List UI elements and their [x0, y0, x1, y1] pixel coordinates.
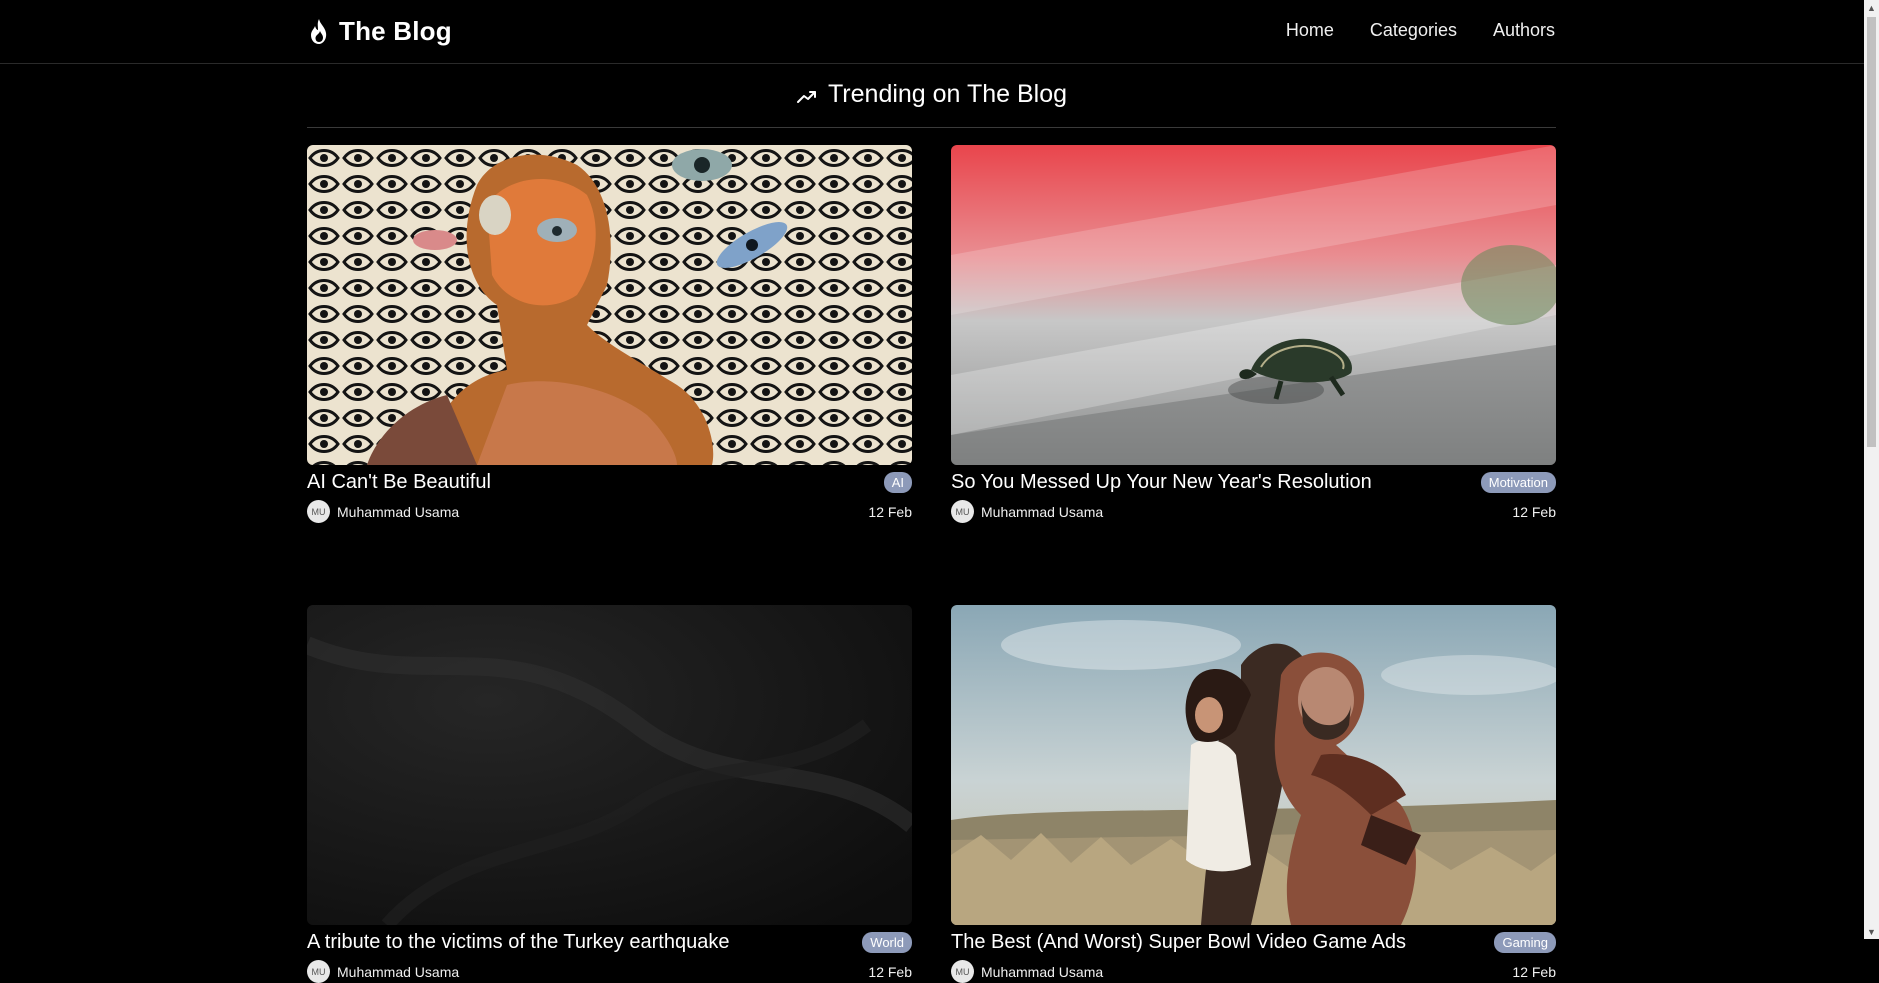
post-author[interactable]: MU Muhammad Usama	[307, 500, 459, 523]
category-badge[interactable]: World	[862, 932, 912, 953]
avatar: MU	[307, 960, 330, 983]
post-title[interactable]: So You Messed Up Your New Year's Resolut…	[951, 471, 1372, 494]
trending-up-icon	[796, 91, 816, 103]
post-title[interactable]: The Best (And Worst) Super Bowl Video Ga…	[951, 931, 1406, 954]
post-author[interactable]: MU Muhammad Usama	[951, 500, 1103, 523]
post-date: 12 Feb	[1512, 503, 1556, 520]
scroll-up-arrow-icon[interactable]: ▲	[1864, 0, 1879, 15]
author-name: Muhammad Usama	[337, 503, 460, 520]
brand-title: The Blog	[339, 16, 452, 46]
page-scrollbar[interactable]: ▲ ▼	[1864, 0, 1879, 939]
post-date: 12 Feb	[868, 503, 912, 520]
post-title[interactable]: AI Can't Be Beautiful	[307, 471, 491, 494]
author-name: Muhammad Usama	[981, 503, 1104, 520]
post-image[interactable]	[307, 145, 912, 465]
post-title[interactable]: A tribute to the victims of the Turkey e…	[307, 931, 729, 954]
post-card[interactable]: AI Can't Be Beautiful AI MU Muhammad Usa…	[307, 145, 912, 523]
trending-title: Trending on The Blog	[827, 80, 1068, 108]
scroll-thumb[interactable]	[1867, 17, 1876, 447]
category-badge[interactable]: Gaming	[1494, 932, 1556, 953]
avatar: MU	[951, 500, 974, 523]
category-badge[interactable]: Motivation	[1480, 472, 1556, 493]
brand-link[interactable]: The Blog	[307, 16, 452, 47]
flame-icon	[311, 18, 327, 44]
post-card[interactable]: A tribute to the victims of the Turkey e…	[307, 605, 912, 983]
post-card[interactable]: So You Messed Up Your New Year's Resolut…	[951, 145, 1556, 523]
post-date: 12 Feb	[1512, 963, 1556, 980]
trending-heading: Trending on The Blog	[307, 80, 1556, 128]
post-date: 12 Feb	[868, 963, 912, 980]
author-name: Muhammad Usama	[981, 963, 1104, 980]
post-card[interactable]: The Best (And Worst) Super Bowl Video Ga…	[951, 605, 1556, 983]
scroll-down-arrow-icon[interactable]: ▼	[1864, 924, 1879, 939]
nav-link-categories[interactable]: Categories	[1370, 20, 1457, 41]
nav-links: Home Categories Authors	[1286, 20, 1555, 41]
post-image[interactable]	[951, 605, 1556, 925]
author-name: Muhammad Usama	[337, 963, 460, 980]
avatar: MU	[951, 960, 974, 983]
nav-link-home[interactable]: Home	[1286, 20, 1334, 41]
avatar: MU	[307, 500, 330, 523]
post-author[interactable]: MU Muhammad Usama	[951, 960, 1103, 983]
post-author[interactable]: MU Muhammad Usama	[307, 960, 459, 983]
category-badge[interactable]: AI	[883, 472, 912, 493]
post-image[interactable]	[951, 145, 1556, 465]
post-image[interactable]	[307, 605, 912, 925]
top-navbar: The Blog Home Categories Authors	[0, 0, 1864, 64]
nav-link-authors[interactable]: Authors	[1493, 20, 1555, 41]
